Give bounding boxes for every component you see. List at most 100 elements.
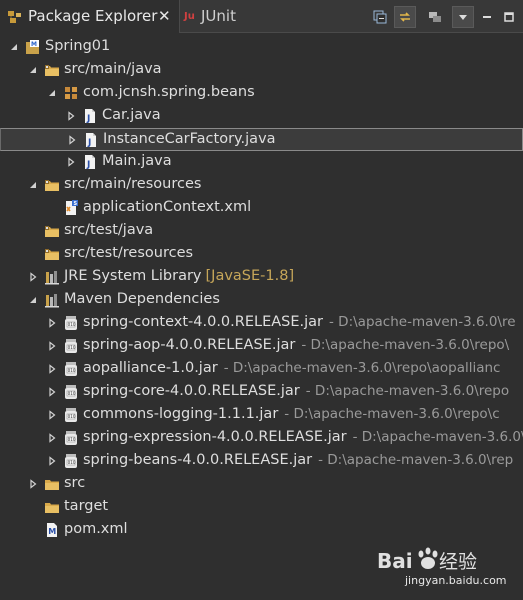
tab-package-explorer[interactable]: Package Explorer ✕ [0, 0, 180, 33]
tree-item[interactable]: src/test/resources [0, 243, 523, 266]
tree-item-label: spring-context-4.0.0.RELEASE.jar [83, 314, 324, 330]
tree-item-label: spring-expression-4.0.0.RELEASE.jar [83, 429, 347, 445]
source-folder-icon [44, 246, 60, 262]
tree-item[interactable]: target [0, 496, 523, 519]
tree-item[interactable]: src/test/java [0, 220, 523, 243]
collapse-arrow-icon[interactable] [46, 432, 58, 444]
tree-item-label: src/main/resources [64, 176, 202, 192]
svg-text:010: 010 [68, 437, 76, 442]
package-explorer-icon [7, 9, 23, 25]
tree-item[interactable]: Mpom.xml [0, 519, 523, 542]
expand-arrow-icon[interactable] [46, 87, 58, 99]
collapse-all-button[interactable] [369, 6, 391, 28]
tree-item[interactable]: 010 spring-core-4.0.0.RELEASE.jar - D:\apa… [0, 381, 523, 404]
tree-item[interactable]: J Main.java [0, 151, 523, 174]
tree-item-decoration: - D:\apache-maven-3.6.0\repo\ [301, 337, 510, 353]
tree-item[interactable]: Maven Dependencies [0, 289, 523, 312]
tree-item-label: Spring01 [45, 38, 111, 54]
link-with-editor-button[interactable] [394, 6, 416, 28]
tree-item-label: Maven Dependencies [64, 291, 220, 307]
tree-item[interactable]: M Spring01 [0, 36, 523, 59]
tree-item[interactable]: 010 commons-logging-1.1.1.jar - D:\apache-… [0, 404, 523, 427]
tree-item-label: pom.xml [64, 521, 128, 537]
collapse-arrow-icon[interactable] [46, 455, 58, 467]
tree-item-label: src [64, 475, 86, 491]
jar-icon: 010 [63, 384, 79, 400]
collapse-arrow-icon[interactable] [27, 478, 39, 490]
focus-on-working-set-button[interactable] [424, 6, 446, 28]
view-toolbar [369, 6, 520, 28]
minimize-button[interactable] [476, 6, 498, 28]
tree-item-decoration: - D:\apache-maven-3.6.0\repo [305, 383, 510, 399]
svg-text:010: 010 [68, 368, 76, 373]
collapse-arrow-icon[interactable] [46, 363, 58, 375]
tree-item[interactable]: src [0, 473, 523, 496]
svg-text:J: J [86, 114, 90, 124]
minimize-icon [483, 16, 491, 18]
tree-item[interactable]: 010 aopalliance-1.0.jar - D:\apache-maven-… [0, 358, 523, 381]
expand-arrow-icon[interactable] [27, 64, 39, 76]
java-file-icon: J [82, 154, 98, 170]
tree-item[interactable]: 010 spring-aop-4.0.0.RELEASE.jar - D:\apac… [0, 335, 523, 358]
tree-item-label: src/main/java [64, 61, 162, 77]
java-file-icon: J [83, 132, 99, 148]
tab-junit[interactable]: Ju JUnit [181, 0, 261, 33]
tree-item[interactable]: SapplicationContext.xml [0, 197, 523, 220]
folder-icon [44, 499, 60, 515]
svg-text:经验: 经验 [439, 551, 477, 573]
tree-item[interactable]: src/main/resources [0, 174, 523, 197]
svg-text:010: 010 [68, 391, 76, 396]
folder-icon [44, 476, 60, 492]
tree-item-decoration: [JavaSE-1.8] [205, 268, 295, 284]
jar-icon: 010 [63, 407, 79, 423]
tree-item-label: Car.java [102, 107, 161, 123]
tree-item-label: aopalliance-1.0.jar [83, 360, 218, 376]
tree-item[interactable]: 010 spring-expression-4.0.0.RELEASE.jar - … [0, 427, 523, 450]
tree-item[interactable]: 010 spring-context-4.0.0.RELEASE.jar - D:\… [0, 312, 523, 335]
project-icon: M [25, 39, 41, 55]
tree-item-label: spring-beans-4.0.0.RELEASE.jar [83, 452, 313, 468]
collapse-arrow-icon[interactable] [65, 110, 77, 122]
source-folder-icon [44, 177, 60, 193]
tree-item-label: src/test/resources [64, 245, 194, 261]
maximize-icon [504, 12, 514, 22]
expand-arrow-icon[interactable] [8, 41, 20, 53]
source-folder-icon [44, 223, 60, 239]
xml-file-icon: S [63, 200, 79, 216]
tab-package-explorer-label: Package Explorer [28, 7, 158, 25]
tree-item[interactable]: J Car.java [0, 105, 523, 128]
tree-item-decoration: - D:\apache-maven-3.6.0\ [352, 429, 523, 445]
view-menu-button[interactable] [452, 6, 474, 28]
java-file-icon: J [82, 108, 98, 124]
tree-item[interactable]: com.jcnsh.spring.beans [0, 82, 523, 105]
expand-arrow-icon[interactable] [27, 179, 39, 191]
tree-item-label: Main.java [102, 153, 172, 169]
tree-item-label: com.jcnsh.spring.beans [83, 84, 255, 100]
tree-item-decoration: - D:\apache-maven-3.6.0\re [329, 314, 516, 330]
svg-text:010: 010 [68, 322, 76, 327]
expand-arrow-icon[interactable] [27, 294, 39, 306]
svg-text:M: M [48, 527, 56, 536]
collapse-arrow-icon[interactable] [66, 134, 78, 146]
collapse-arrow-icon[interactable] [65, 156, 77, 168]
collapse-arrow-icon[interactable] [46, 386, 58, 398]
close-icon[interactable]: ✕ [158, 9, 172, 24]
collapse-arrow-icon[interactable] [27, 271, 39, 283]
tree-item-decoration: - D:\apache-maven-3.6.0\repo\aopallianc [223, 360, 501, 376]
svg-text:M: M [31, 41, 37, 48]
tree-item[interactable]: JRE System Library [JavaSE-1.8] [0, 266, 523, 289]
tree-item-label: InstanceCarFactory.java [103, 131, 276, 147]
collapse-arrow-icon[interactable] [46, 409, 58, 421]
package-explorer-tree: M Spring01 src/main/java com.jcnsh.spring.b… [0, 36, 523, 600]
tree-item-label: spring-core-4.0.0.RELEASE.jar [83, 383, 300, 399]
tree-item-label: src/test/java [64, 222, 154, 238]
tree-item-decoration: - D:\apache-maven-3.6.0\rep [318, 452, 514, 468]
maximize-button[interactable] [498, 6, 520, 28]
tree-item[interactable]: J InstanceCarFactory.java [0, 128, 523, 151]
collapse-arrow-icon[interactable] [46, 340, 58, 352]
collapse-arrow-icon[interactable] [46, 317, 58, 329]
jar-icon: 010 [63, 338, 79, 354]
tree-item[interactable]: src/main/java [0, 59, 523, 82]
tree-item[interactable]: 010 spring-beans-4.0.0.RELEASE.jar - D:\ap… [0, 450, 523, 473]
svg-text:J: J [86, 160, 90, 170]
